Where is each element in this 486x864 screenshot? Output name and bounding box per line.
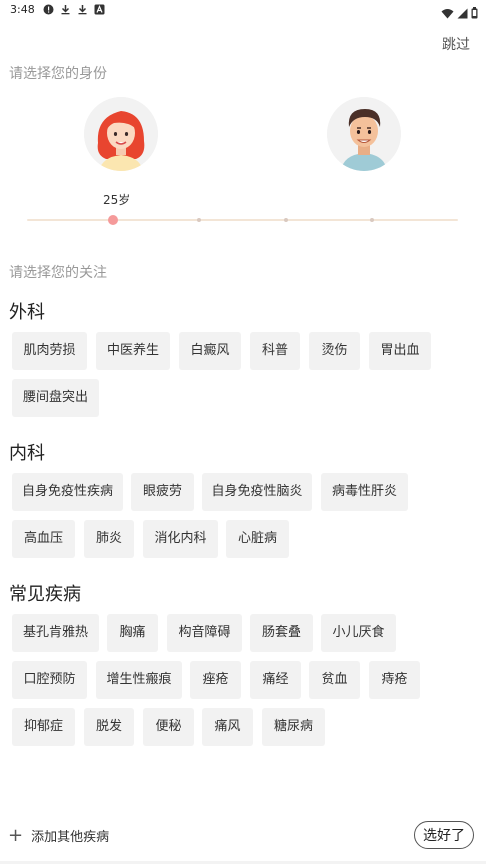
done-button[interactable]: 选好了: [414, 821, 474, 849]
tag-item[interactable]: 烫伤: [309, 332, 360, 370]
category-title-internal: 内科: [9, 443, 45, 464]
tag-item[interactable]: 痛风: [202, 708, 253, 746]
download-icon: [77, 4, 88, 15]
age-slider[interactable]: [27, 213, 458, 227]
add-disease-button[interactable]: + 添加其他疾病: [8, 826, 109, 845]
tag-item[interactable]: 肺炎: [84, 520, 134, 558]
tag-item[interactable]: 便秘: [143, 708, 194, 746]
slider-step-dot: [284, 218, 288, 222]
tag-item[interactable]: 肌肉劳损: [12, 332, 87, 370]
download-icon: [60, 4, 71, 15]
tag-item[interactable]: 消化内科: [143, 520, 218, 558]
tag-item[interactable]: 抑郁症: [12, 708, 75, 746]
tag-item[interactable]: 痔疮: [369, 661, 420, 699]
tag-item[interactable]: 眼疲劳: [131, 473, 194, 511]
alert-icon: [43, 4, 54, 15]
tag-item[interactable]: 构音障碍: [167, 614, 242, 652]
plus-icon: +: [8, 824, 24, 846]
skip-button[interactable]: 跳过: [442, 34, 470, 54]
text-a-icon: [94, 4, 105, 15]
tag-item[interactable]: 自身免疫性疾病: [12, 473, 123, 511]
tag-item[interactable]: 贫血: [309, 661, 360, 699]
tag-item[interactable]: 腰间盘突出: [12, 379, 99, 417]
male-avatar-icon: [327, 97, 401, 171]
tag-item[interactable]: 增生性瘢痕: [96, 661, 182, 699]
tag-item[interactable]: 脱发: [84, 708, 134, 746]
battery-icon: [471, 4, 478, 23]
tag-item[interactable]: 基孔肯雅热: [12, 614, 99, 652]
notification-icons: [43, 4, 105, 15]
wifi-icon: [441, 4, 454, 23]
tag-item[interactable]: 白癜风: [179, 332, 241, 370]
tag-item[interactable]: 痛经: [250, 661, 301, 699]
tag-item[interactable]: 高血压: [12, 520, 75, 558]
tag-item[interactable]: 肠套叠: [250, 614, 313, 652]
female-avatar-icon: [84, 97, 158, 171]
tag-item[interactable]: 口腔预防: [12, 661, 87, 699]
slider-track: [27, 219, 458, 221]
add-disease-label: 添加其他疾病: [31, 830, 110, 845]
age-label: 25岁: [103, 193, 131, 207]
tag-item[interactable]: 自身免疫性脑炎: [202, 473, 312, 511]
signal-icon: [457, 4, 468, 23]
status-bar: 3:48: [0, 0, 486, 22]
status-time: 3:48: [10, 3, 35, 16]
tag-item[interactable]: 中医养生: [96, 332, 170, 370]
slider-step-dot: [197, 218, 201, 222]
male-avatar[interactable]: [327, 97, 401, 171]
tag-item[interactable]: 病毒性肝炎: [321, 473, 408, 511]
system-icons: [441, 4, 478, 23]
tag-item[interactable]: 糖尿病: [262, 708, 325, 746]
tag-item[interactable]: 心脏病: [226, 520, 289, 558]
tag-item[interactable]: 胸痛: [107, 614, 158, 652]
focus-prompt: 请选择您的关注: [9, 265, 107, 281]
slider-thumb[interactable]: [108, 215, 118, 225]
identity-prompt: 请选择您的身份: [9, 66, 107, 82]
slider-step-dot: [370, 218, 374, 222]
tag-item[interactable]: 痤疮: [190, 661, 241, 699]
tag-item[interactable]: 胃出血: [369, 332, 431, 370]
category-title-common-diseases: 常见疾病: [9, 584, 81, 605]
category-title-surgery: 外科: [9, 302, 45, 323]
female-avatar[interactable]: [84, 97, 158, 171]
tag-item[interactable]: 小儿厌食: [321, 614, 396, 652]
tag-item[interactable]: 科普: [250, 332, 300, 370]
